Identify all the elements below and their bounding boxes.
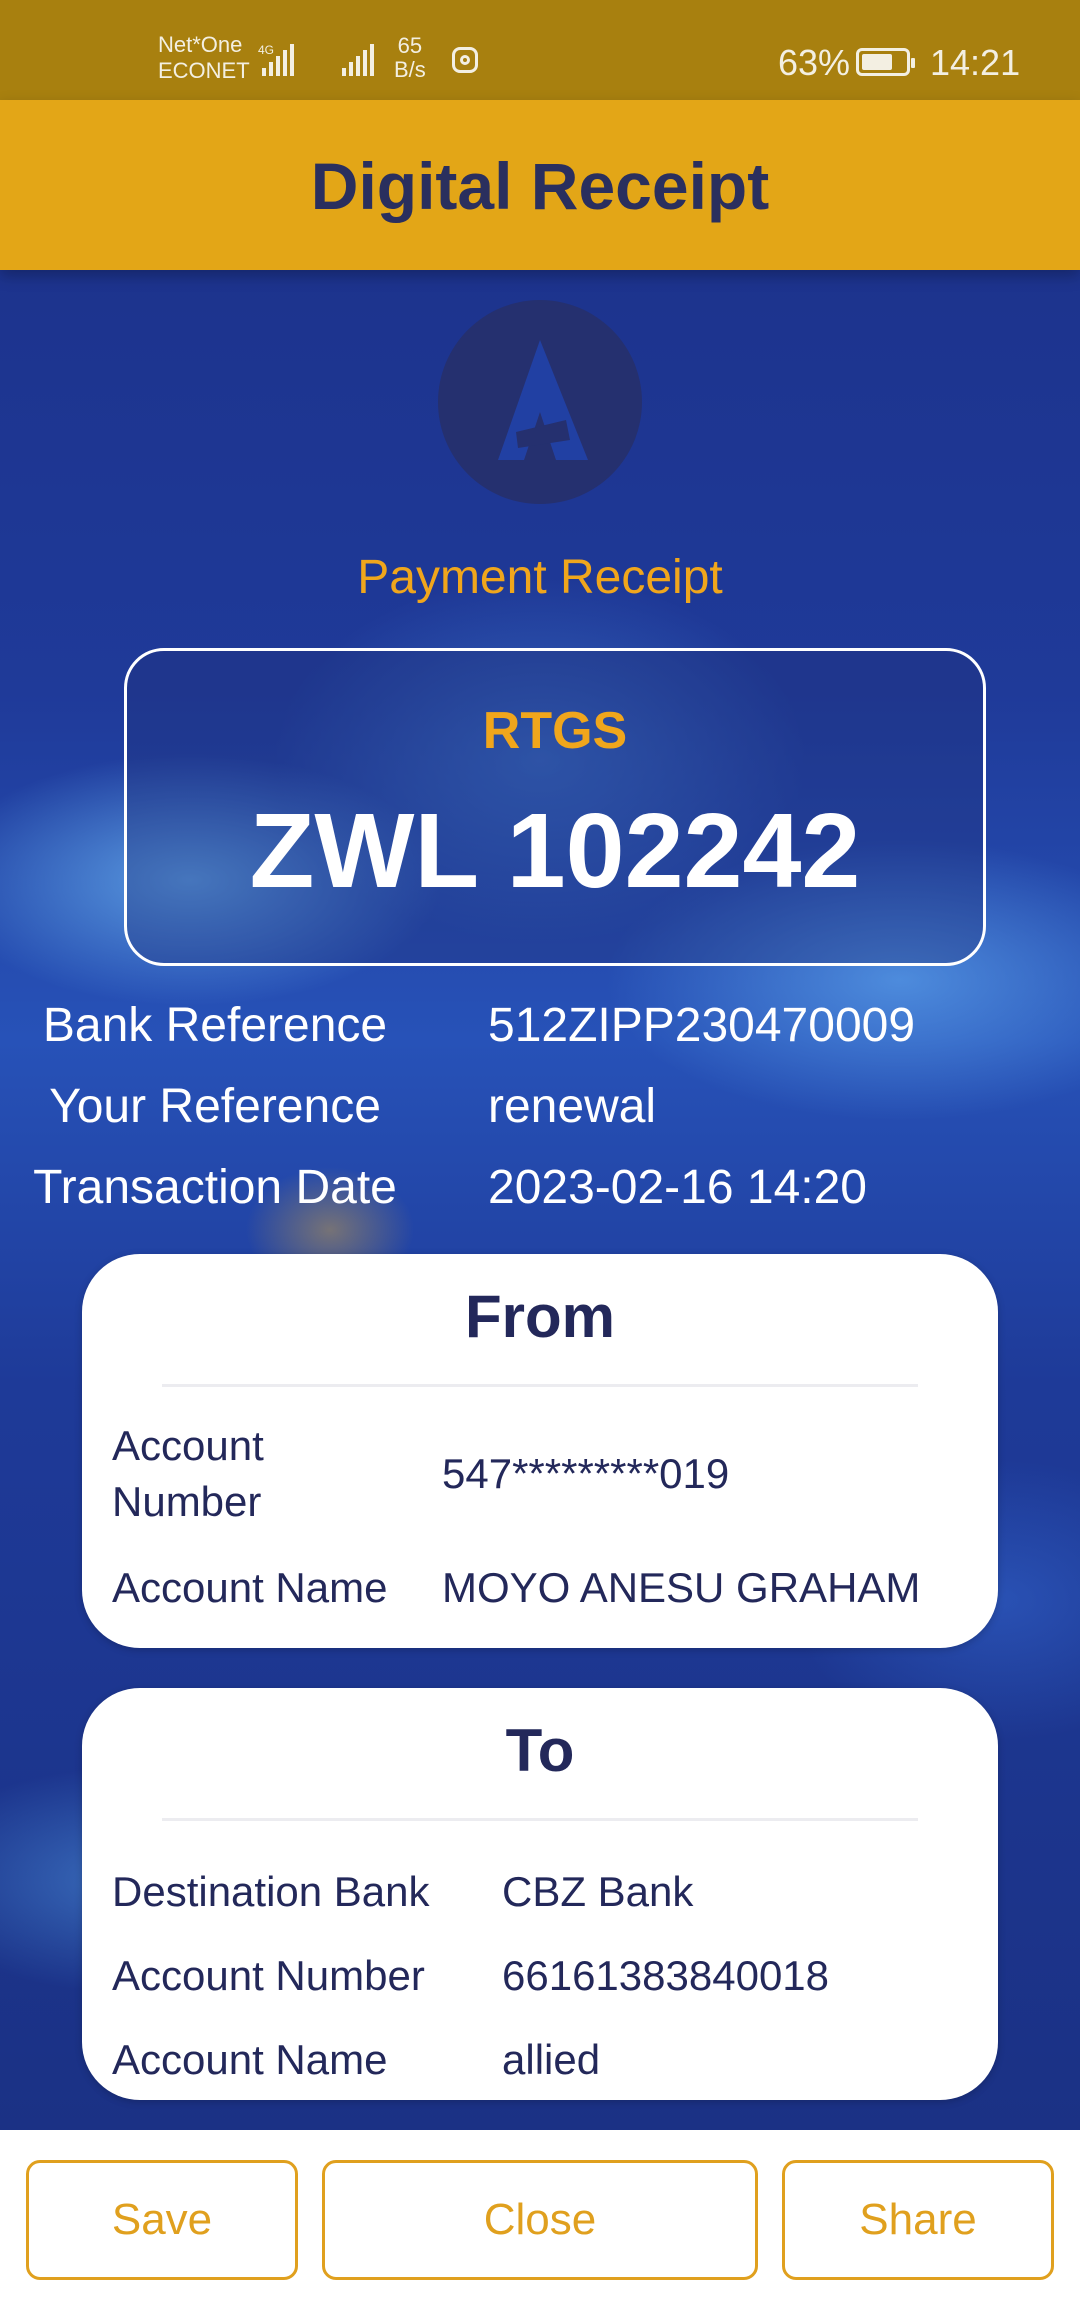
save-button[interactable]: Save: [26, 2160, 298, 2280]
to-account-name-value: allied: [502, 2036, 601, 2083]
to-destination-bank-label: Destination Bank: [112, 1868, 430, 1915]
carrier-name-2: ECONET: [158, 58, 250, 83]
to-account-number-value: 66161383840018: [502, 1952, 830, 1999]
bank-logo: [438, 300, 642, 504]
speed-value: 65: [397, 33, 423, 58]
to-account-number-label: Account Number: [112, 1952, 425, 1999]
battery-percentage: 63%: [778, 42, 851, 83]
status-time: 14:21: [930, 42, 1021, 83]
to-card-title: To: [505, 1717, 575, 1784]
speed-unit: B/s: [394, 57, 426, 82]
status-bar: Net*One ECONET 4G 65 B/s 63% 14:21: [0, 0, 1080, 100]
network-type-label: 4G: [258, 43, 274, 57]
carrier-name-1: Net*One: [158, 32, 243, 57]
to-card: To Destination Bank CBZ Bank Account Num…: [82, 1688, 998, 2100]
page-title: Digital Receipt: [310, 149, 770, 223]
payment-type: RTGS: [482, 702, 628, 760]
share-button[interactable]: Share: [782, 2160, 1054, 2280]
reference-label: Bank Reference: [42, 999, 388, 1052]
logo-a-icon: [498, 340, 588, 460]
amount-box: RTGS ZWL 102242: [124, 648, 986, 966]
instagram-icon: [452, 47, 478, 73]
to-destination-bank-value: CBZ Bank: [502, 1868, 694, 1915]
reference-row: Your Reference renewal: [0, 1079, 1080, 1149]
reference-value: renewal: [488, 1080, 657, 1133]
reference-row: Transaction Date 2023-02-16 14:20: [0, 1160, 1080, 1230]
signal-icon: 4G: [258, 43, 374, 76]
network-speed: 65 B/s: [394, 34, 426, 82]
from-account-number-value: 547*********019: [442, 1450, 730, 1497]
battery-icon: [856, 48, 915, 76]
from-account-name-label: Account Name: [112, 1564, 388, 1611]
from-card: From Account Number 547*********019 Acco…: [82, 1254, 998, 1648]
divider: [162, 1384, 918, 1387]
payment-amount: ZWL 102242: [249, 792, 861, 910]
from-account-number-label: Account Number: [112, 1422, 264, 1525]
receipt-heading: Payment Receipt: [357, 551, 723, 604]
close-button[interactable]: Close: [322, 2160, 758, 2280]
reference-label: Transaction Date: [33, 1161, 397, 1214]
reference-value: 512ZIPP230470009: [488, 999, 916, 1052]
divider: [162, 1818, 918, 1821]
signal-icons: 4G: [256, 40, 376, 85]
reference-row: Bank Reference 512ZIPP230470009: [0, 998, 1080, 1068]
reference-value: 2023-02-16 14:20: [488, 1161, 867, 1214]
app-bar: Digital Receipt: [0, 100, 1080, 270]
reference-label: Your Reference: [49, 1080, 381, 1133]
from-account-name-value: MOYO ANESU GRAHAM: [442, 1564, 921, 1611]
carrier-info: Net*One ECONET: [158, 32, 250, 84]
from-card-title: From: [465, 1283, 615, 1350]
action-bar: Save Close Share: [0, 2130, 1080, 2310]
to-account-name-label: Account Name: [112, 2036, 388, 2083]
